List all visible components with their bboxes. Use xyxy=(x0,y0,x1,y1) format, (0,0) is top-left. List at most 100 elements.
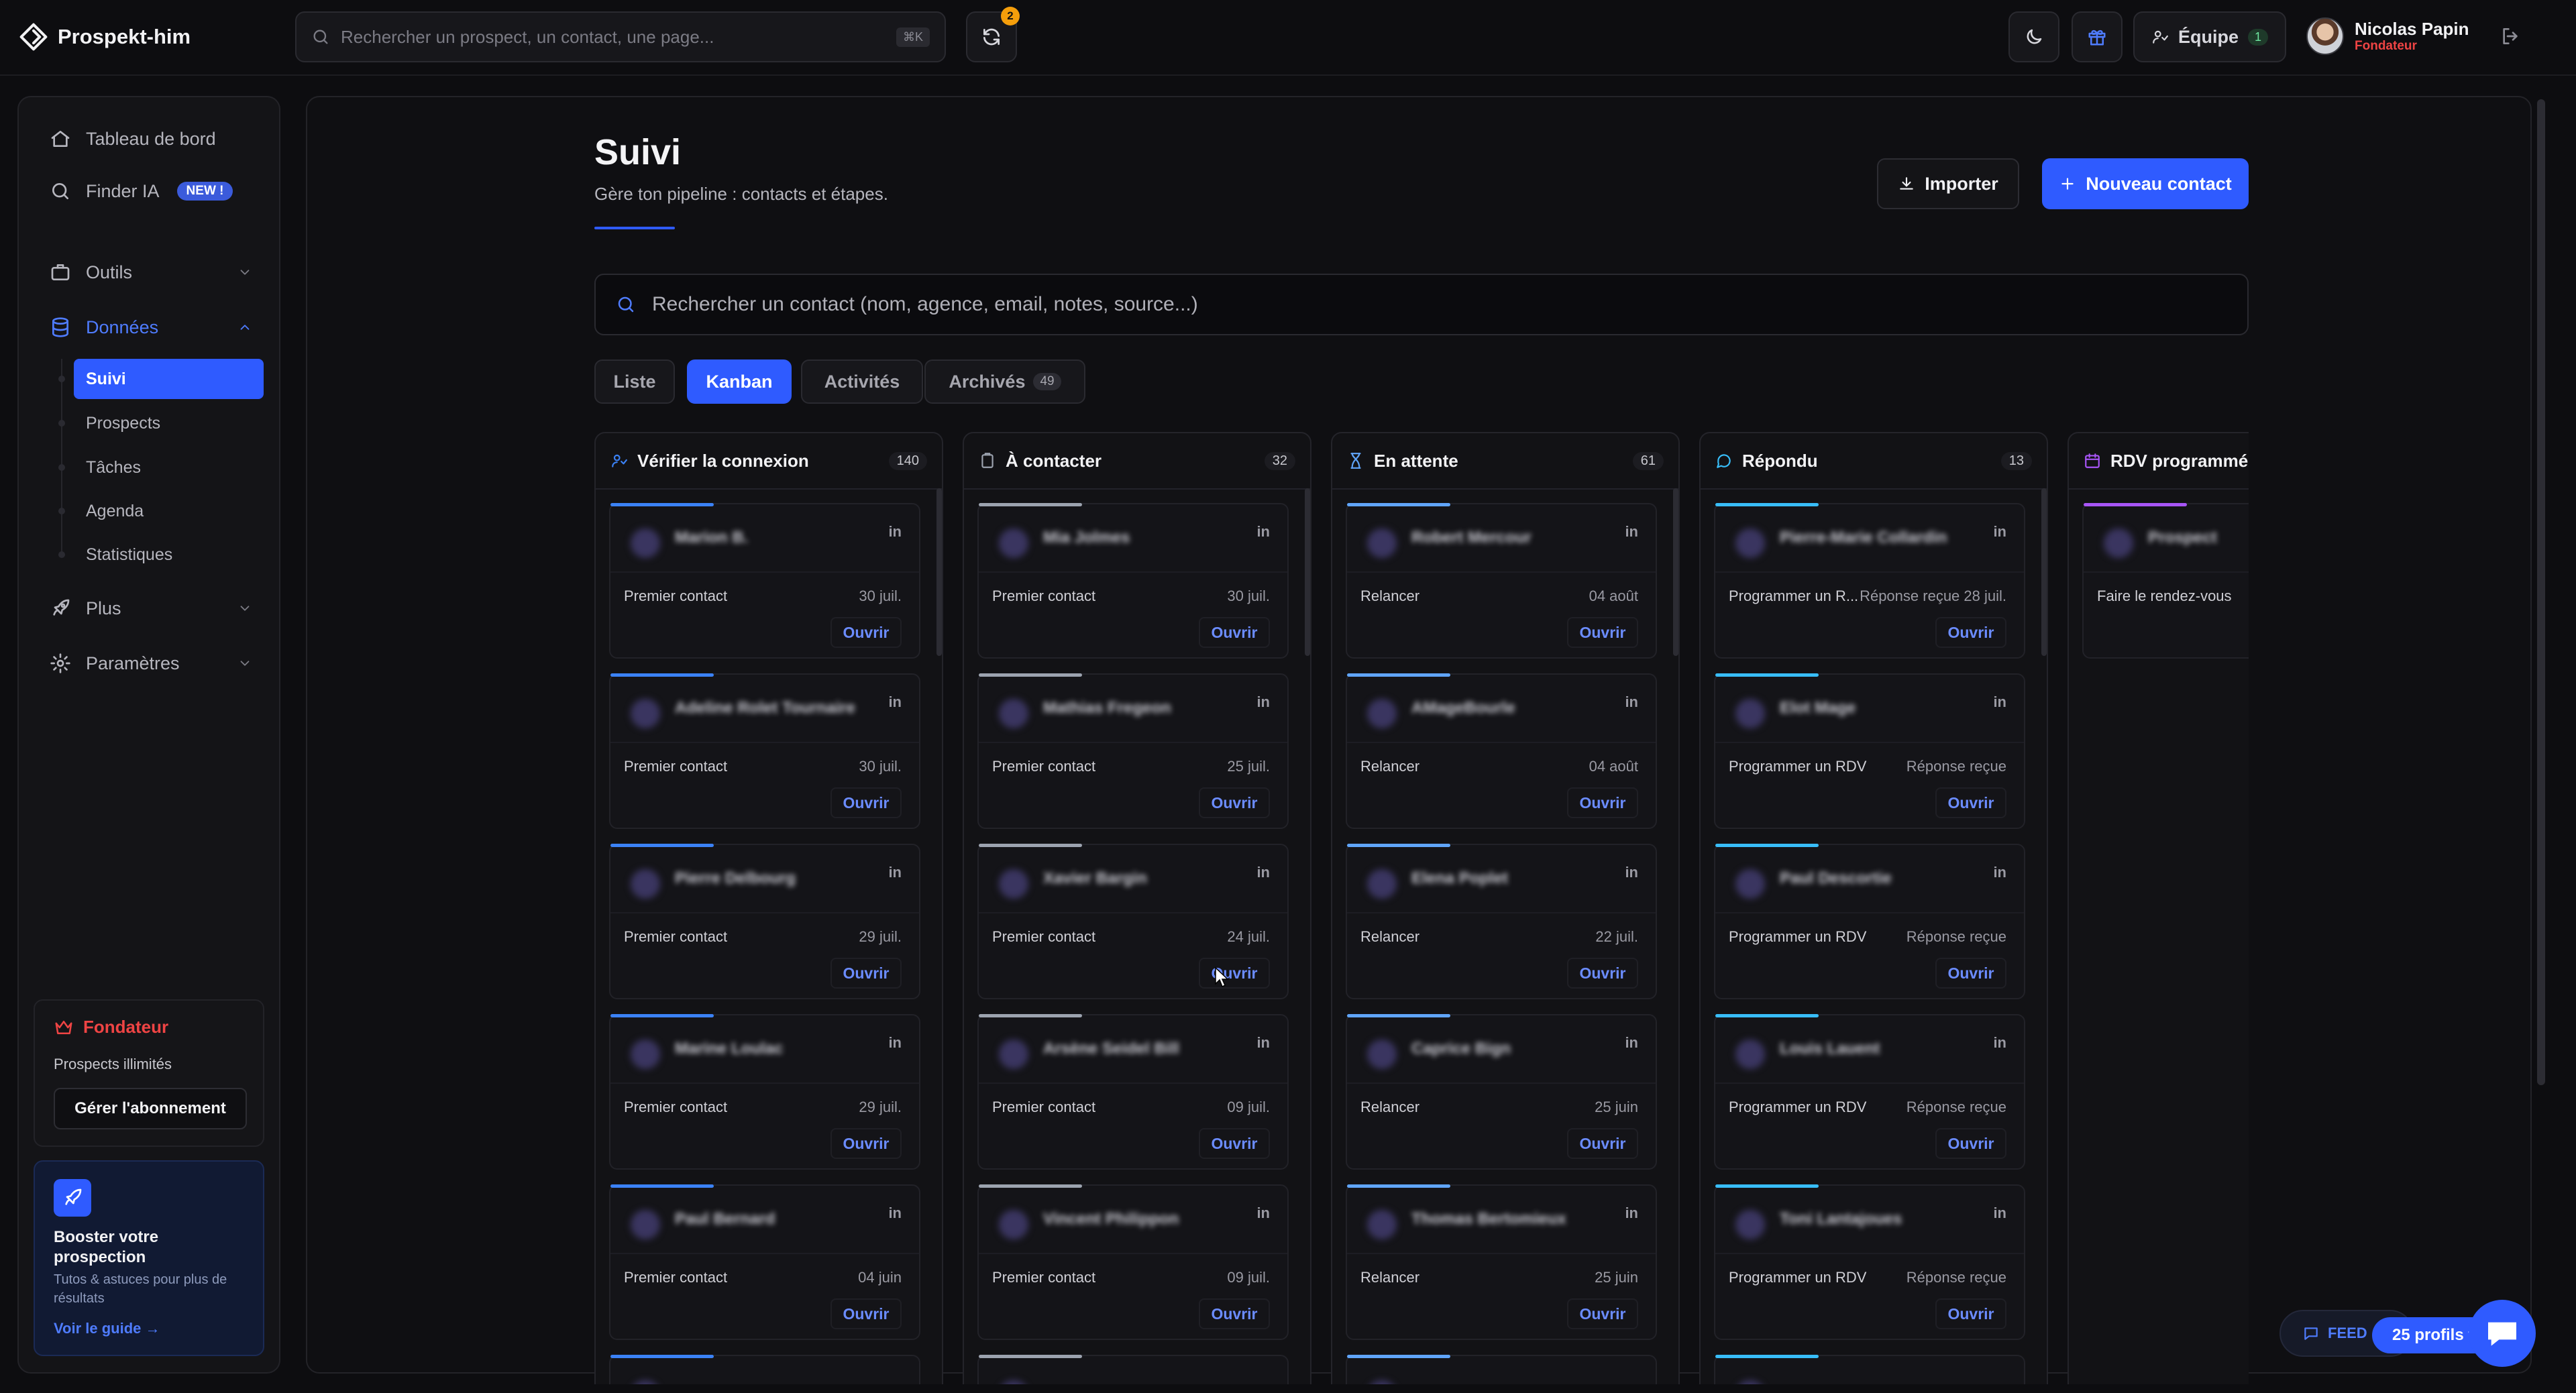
tab-kanban[interactable]: Kanban xyxy=(687,359,792,404)
linkedin-icon[interactable]: in xyxy=(1256,693,1270,711)
sidebar-subitem-suivi[interactable]: Suivi xyxy=(74,359,264,399)
open-button[interactable]: Ouvrir xyxy=(1567,617,1638,648)
contact-card[interactable]: Elot Mage in Programmer un RDV Réponse reçu… xyxy=(1714,673,2025,829)
contact-card[interactable]: Elena Poplet in Relancer 22 juil. Ouvrir xyxy=(1346,844,1657,999)
linkedin-icon[interactable]: in xyxy=(1625,1205,1638,1222)
contact-card[interactable]: Paul Bernard in Premier contact 04 juin Ouvr… xyxy=(609,1184,920,1340)
plan-card: Fondateur Prospects illimités Gérer l'ab… xyxy=(34,999,264,1147)
open-button[interactable]: Ouvrir xyxy=(1567,1128,1638,1159)
linkedin-icon[interactable]: in xyxy=(1993,1205,2006,1222)
contact-card[interactable]: Arsène Seidel Bill in Premier contact 09 ju… xyxy=(977,1014,1289,1170)
contact-card[interactable]: Toni Lantajoues in Programmer un RDV Répons… xyxy=(1714,1184,2025,1340)
column-scrollbar[interactable] xyxy=(1673,488,1678,656)
global-search-input[interactable]: Rechercher un prospect, un contact, une … xyxy=(295,11,946,62)
open-button[interactable]: Ouvrir xyxy=(830,958,902,989)
team-button[interactable]: Équipe 1 xyxy=(2133,11,2286,62)
open-button[interactable]: Ouvrir xyxy=(1199,1298,1270,1329)
import-button[interactable]: Importer xyxy=(1877,158,2019,209)
contact-card[interactable]: Mathias Fregeon in Premier contact 25 juil.… xyxy=(977,673,1289,829)
tab-liste[interactable]: Liste xyxy=(594,359,675,404)
logout-icon[interactable] xyxy=(2500,25,2521,47)
linkedin-icon[interactable]: in xyxy=(1256,864,1270,881)
contact-card[interactable]: AMageBourle in Relancer 04 août Ouvrir xyxy=(1346,673,1657,829)
open-button[interactable]: Ouvrir xyxy=(1935,787,2006,818)
app-logo[interactable]: Prospekt-him xyxy=(19,22,191,52)
contact-card[interactable]: Caprice Bign in Relancer 25 juin Ouvrir xyxy=(1346,1014,1657,1170)
contact-card[interactable]: Vincent Philippon in Premier contact 09 jui… xyxy=(977,1184,1289,1340)
tab-activites[interactable]: Activités xyxy=(801,359,923,404)
contact-card[interactable]: Adeline Rolet Tournaire in Premier contact… xyxy=(609,673,920,829)
contact-card[interactable] xyxy=(1714,1355,2025,1384)
contact-card[interactable]: Robert Mercour in Relancer 04 août Ouvrir xyxy=(1346,503,1657,659)
linkedin-icon[interactable]: in xyxy=(1256,1034,1270,1052)
gift-button[interactable] xyxy=(2072,11,2123,62)
open-button[interactable]: Ouvrir xyxy=(1567,1298,1638,1329)
theme-toggle-button[interactable] xyxy=(2008,11,2059,62)
tab-archives[interactable]: Archivés 49 xyxy=(924,359,1085,404)
manage-subscription-button[interactable]: Gérer l'abonnement xyxy=(54,1088,247,1129)
contact-card[interactable]: Louis Lauent in Programmer un RDV Réponse r… xyxy=(1714,1014,2025,1170)
sidebar-subitem-agenda[interactable]: Agenda xyxy=(74,491,264,531)
contact-card[interactable]: Thomas Bertomieux in Relancer 25 juin Ouvrir xyxy=(1346,1184,1657,1340)
contact-card[interactable]: Marion B. in Premier contact 30 juil. Ouvrir xyxy=(609,503,920,659)
sidebar-subitem-taches[interactable]: Tâches xyxy=(74,447,264,488)
main-scrollbar[interactable] xyxy=(2537,99,2545,1085)
open-button[interactable]: Ouvrir xyxy=(830,617,902,648)
linkedin-icon[interactable]: in xyxy=(1625,1034,1638,1052)
column-scrollbar[interactable] xyxy=(1305,488,1310,656)
open-button[interactable]: Ouvrir xyxy=(1199,617,1270,648)
contact-search-input[interactable]: Rechercher un contact (nom, agence, emai… xyxy=(594,274,2249,335)
column-scrollbar[interactable] xyxy=(2041,488,2047,656)
chat-launcher-button[interactable] xyxy=(2469,1300,2536,1367)
linkedin-icon[interactable]: in xyxy=(888,693,902,711)
sidebar-subitem-prospects[interactable]: Prospects xyxy=(74,403,264,443)
linkedin-icon[interactable]: in xyxy=(1993,693,2006,711)
open-button[interactable]: Ouvrir xyxy=(1567,958,1638,989)
linkedin-icon[interactable]: in xyxy=(888,523,902,541)
linkedin-icon[interactable]: in xyxy=(1993,1034,2006,1052)
open-button[interactable]: Ouvrir xyxy=(830,787,902,818)
guide-link[interactable]: Voir le guide → xyxy=(54,1320,160,1337)
open-button[interactable]: Ouvrir xyxy=(1199,958,1270,989)
sidebar-subitem-statistiques[interactable]: Statistiques xyxy=(74,535,264,575)
column-scrollbar[interactable] xyxy=(936,488,942,656)
open-button[interactable]: Ouvrir xyxy=(1199,1128,1270,1159)
sidebar-item-plus[interactable]: Plus xyxy=(32,586,264,630)
open-button[interactable]: Ouvrir xyxy=(1935,958,2006,989)
open-button[interactable]: Ouvrir xyxy=(1199,787,1270,818)
contact-card[interactable] xyxy=(977,1355,1289,1384)
contact-card[interactable] xyxy=(1346,1355,1657,1384)
contact-card[interactable]: Xavier Bargin in Premier contact 24 juil. Ou… xyxy=(977,844,1289,999)
open-button[interactable]: Ouvrir xyxy=(830,1298,902,1329)
contact-card[interactable]: Paul Descortie in Programmer un RDV Réponse… xyxy=(1714,844,2025,999)
linkedin-icon[interactable]: in xyxy=(1993,864,2006,881)
open-button[interactable]: Ouvrir xyxy=(1567,787,1638,818)
linkedin-icon[interactable]: in xyxy=(1256,1205,1270,1222)
contact-card[interactable] xyxy=(609,1355,920,1384)
linkedin-icon[interactable]: in xyxy=(1625,864,1638,881)
contact-card[interactable]: Marine Loulac in Premier contact 29 juil. Ou… xyxy=(609,1014,920,1170)
linkedin-icon[interactable]: in xyxy=(888,1205,902,1222)
sidebar-item-finder-ia[interactable]: Finder IA NEW ! xyxy=(32,169,264,213)
open-button[interactable]: Ouvrir xyxy=(1935,1128,2006,1159)
linkedin-icon[interactable]: in xyxy=(888,1034,902,1052)
open-button[interactable]: Ouvrir xyxy=(1935,1298,2006,1329)
linkedin-icon[interactable]: in xyxy=(1993,523,2006,541)
linkedin-icon[interactable]: in xyxy=(1256,523,1270,541)
contact-card[interactable]: Prospect Faire le rendez-vous xyxy=(2082,503,2249,659)
sidebar-item-parametres[interactable]: Paramètres xyxy=(32,641,264,685)
open-button[interactable]: Ouvrir xyxy=(830,1128,902,1159)
linkedin-icon[interactable]: in xyxy=(1625,523,1638,541)
linkedin-icon[interactable]: in xyxy=(1625,693,1638,711)
sidebar-item-donnees[interactable]: Données xyxy=(32,305,264,349)
open-button[interactable]: Ouvrir xyxy=(1935,617,2006,648)
mouse-cursor xyxy=(1214,966,1229,989)
sidebar-item-outils[interactable]: Outils xyxy=(32,250,264,294)
contact-card[interactable]: Mia Jolmes in Premier contact 30 juil. Ouvri… xyxy=(977,503,1289,659)
new-contact-button[interactable]: Nouveau contact xyxy=(2042,158,2249,209)
user-avatar[interactable] xyxy=(2306,17,2344,55)
contact-card[interactable]: Pierre-Marie Collardin in Programmer un R.… xyxy=(1714,503,2025,659)
contact-card[interactable]: Pierre Delbourg in Premier contact 29 juil.… xyxy=(609,844,920,999)
linkedin-icon[interactable]: in xyxy=(888,864,902,881)
sidebar-item-dashboard[interactable]: Tableau de bord xyxy=(32,117,264,161)
